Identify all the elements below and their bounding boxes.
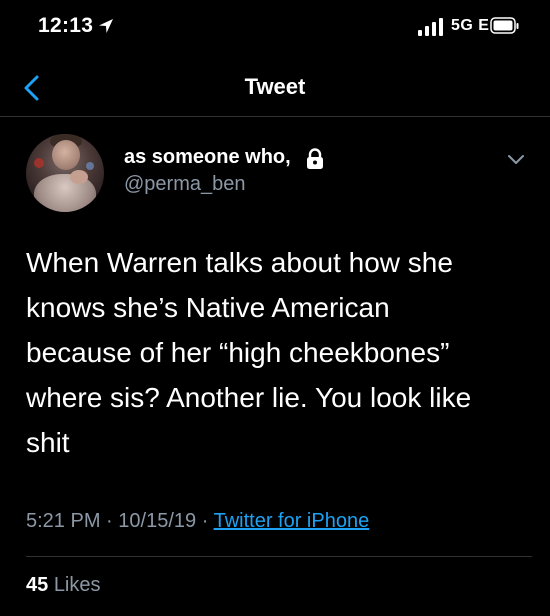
likes-label: Likes [53, 574, 101, 596]
tweet-text-line: where sis? Another lie. You look like [26, 382, 472, 413]
status-bar: 12:13 5G E [0, 0, 550, 60]
network-type-label: 5G E [451, 17, 490, 34]
location-arrow-icon [99, 19, 113, 33]
tweet-time: 5:21 PM [26, 510, 101, 532]
status-time: 12:13 [38, 14, 94, 37]
likes-count: 45 [26, 574, 49, 596]
divider [26, 556, 532, 557]
lock-icon [307, 148, 323, 169]
tweet-text: When Warren talks about how she knows sh… [26, 240, 526, 465]
tweet-metadata: 5:21 PM · 10/15/19 · Twitter for iPhone [26, 510, 369, 533]
likes-row[interactable]: 45 Likes [26, 574, 101, 597]
tweet-date: 10/15/19 [118, 510, 197, 532]
tweet-author-row: as someone who, @perma_ben [0, 125, 550, 225]
tweet-text-line: because of her “high cheekbones” [26, 337, 450, 368]
cellular-signal-icon [418, 18, 443, 36]
page-title: Tweet [244, 74, 306, 99]
tweet-text-line: When Warren talks about how she [26, 247, 453, 278]
author-handle[interactable]: @perma_ben [124, 173, 245, 196]
meta-separator: · [106, 510, 113, 532]
battery-icon [490, 17, 519, 34]
meta-separator: · [201, 510, 209, 532]
author-display-name[interactable]: as someone who, [124, 146, 291, 169]
tweet-text-line: shit [26, 427, 70, 458]
navigation-bar: Tweet [0, 60, 550, 117]
tweet-source-link[interactable]: Twitter for iPhone [214, 510, 370, 532]
tweet-text-line: knows she’s Native American [26, 292, 390, 323]
avatar[interactable] [26, 134, 104, 212]
chevron-down-icon[interactable] [506, 153, 526, 167]
